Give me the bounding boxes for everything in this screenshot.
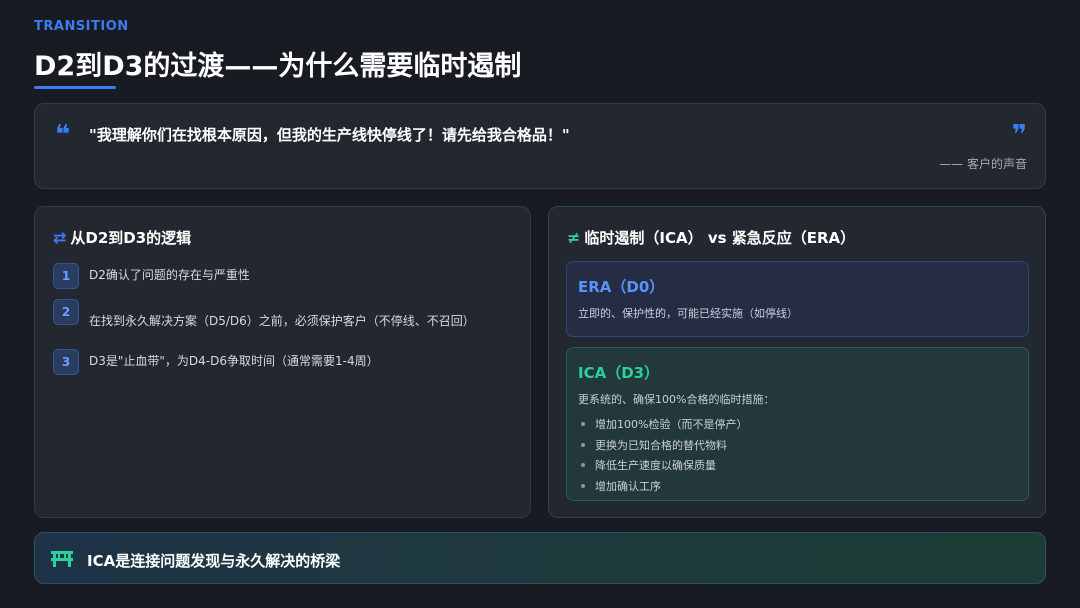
step-text: D2确认了问题的存在与严重性 <box>89 268 250 282</box>
ica-card: ICA（D3） 更系统的、确保100%合格的临时措施： 增加100%检验（而不是… <box>566 347 1029 501</box>
bullet-text: 增加100%检验（而不是停产） <box>595 418 748 432</box>
era-card-desc: 立即的、保护性的，可能已经实施（如停线） <box>578 307 798 320</box>
list-item: 1 D2确认了问题的存在与严重性 <box>53 263 518 289</box>
swap-arrows-icon: ⇄ <box>53 228 67 247</box>
list-item: 降低生产速度以确保质量 <box>581 455 747 476</box>
list-item: 增加确认工序 <box>581 476 747 497</box>
bullet-text: 增加确认工序 <box>595 479 661 493</box>
step-text: D3是"止血带"，为D4-D6争取时间（通常需要1-4周） <box>89 354 379 368</box>
eyebrow-label: TRANSITION <box>34 19 129 34</box>
quote-close-icon: ❞ <box>1011 120 1027 150</box>
ica-card-desc: 更系统的、确保100%合格的临时措施： <box>578 393 775 406</box>
comparison-panel-title: 临时遏制（ICA） vs 紧急反应（ERA） <box>584 229 856 247</box>
list-item: 增加100%检验（而不是停产） <box>581 414 747 435</box>
logic-panel: ⇄ 从D2到D3的逻辑 1 D2确认了问题的存在与严重性 2 在找到永久解决方案… <box>34 206 531 518</box>
logic-panel-header: ⇄ 从D2到D3的逻辑 <box>53 227 191 248</box>
summary-banner: ICA是连接问题发现与永久解决的桥梁 <box>34 532 1046 584</box>
step-number: 2 <box>53 299 79 325</box>
not-equal-icon: ≠ <box>567 228 581 247</box>
bullet-dot <box>581 483 585 488</box>
bullet-text: 降低生产速度以确保质量 <box>595 459 716 473</box>
bullet-dot <box>581 422 585 427</box>
step-number: 3 <box>53 349 79 375</box>
list-item: 更换为已知合格的替代物料 <box>581 435 747 456</box>
comparison-panel: ≠ 临时遏制（ICA） vs 紧急反应（ERA） ERA（D0） 立即的、保护性… <box>548 206 1046 518</box>
quote-text: "我理解你们在找根本原因，但我的生产线快停线了！请先给我合格品！" <box>89 126 570 144</box>
banner-text: ICA是连接问题发现与永久解决的桥梁 <box>87 552 341 570</box>
page-title: D2到D3的过渡——为什么需要临时遏制 <box>34 51 522 82</box>
step-text: 在找到永久解决方案（D5/D6）之前，必须保护客户（不停线、不召回） <box>89 314 475 328</box>
era-card-title: ERA（D0） <box>578 278 665 296</box>
list-item: 3 D3是"止血带"，为D4-D6争取时间（通常需要1-4周） <box>53 349 518 375</box>
bridge-icon <box>51 551 73 567</box>
quote-open-icon: ❝ <box>55 120 71 150</box>
quote-source: —— 客户的声音 <box>939 157 1027 171</box>
title-underline <box>34 86 116 89</box>
ica-bullet-list: 增加100%检验（而不是停产） 更换为已知合格的替代物料 降低生产速度以确保质量… <box>581 414 747 496</box>
bullet-dot <box>581 463 585 468</box>
step-number: 1 <box>53 263 79 289</box>
ica-card-title: ICA（D3） <box>578 364 660 382</box>
logic-panel-title: 从D2到D3的逻辑 <box>70 229 192 247</box>
list-item: 2 在找到永久解决方案（D5/D6）之前，必须保护客户（不停线、不召回） <box>53 299 518 329</box>
comparison-panel-header: ≠ 临时遏制（ICA） vs 紧急反应（ERA） <box>567 227 855 248</box>
bullet-text: 更换为已知合格的替代物料 <box>595 438 727 452</box>
quote-box: ❝ "我理解你们在找根本原因，但我的生产线快停线了！请先给我合格品！" ❞ ——… <box>34 103 1046 189</box>
bullet-dot <box>581 442 585 447</box>
era-card: ERA（D0） 立即的、保护性的，可能已经实施（如停线） <box>566 261 1029 337</box>
